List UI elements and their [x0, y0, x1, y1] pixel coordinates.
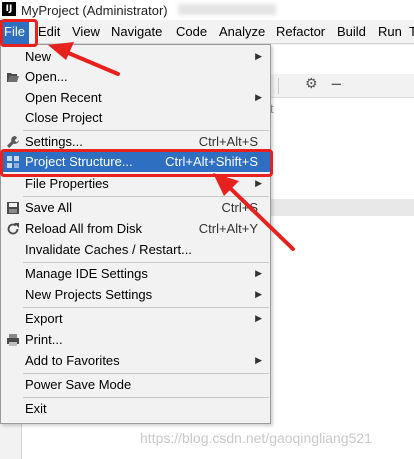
menu-item-file-properties[interactable]: File Properties ▶ — [1, 174, 270, 194]
menu-item-power-save-mode[interactable]: Power Save Mode — [1, 375, 270, 395]
menu-refactor[interactable]: Refactor — [276, 20, 325, 44]
submenu-arrow-icon: ▶ — [255, 52, 262, 62]
menu-item-invalidate-caches[interactable]: Invalidate Caches / Restart... — [1, 240, 270, 260]
menu-divider — [23, 196, 269, 197]
menu-divider — [23, 373, 269, 374]
reload-icon — [6, 222, 20, 236]
submenu-arrow-icon: ▶ — [255, 356, 262, 366]
title-bar: IJ MyProject (Administrator) — [0, 0, 414, 20]
submenu-arrow-icon: ▶ — [255, 93, 262, 103]
submenu-arrow-icon: ▶ — [255, 179, 262, 189]
window-title: MyProject (Administrator) — [21, 3, 168, 18]
toolbar-separator — [278, 78, 279, 94]
menu-item-project-structure[interactable]: Project Structure... Ctrl+Alt+Shift+S — [1, 152, 270, 172]
submenu-arrow-icon: ▶ — [255, 269, 262, 279]
menu-item-print[interactable]: Print... — [1, 330, 270, 350]
menu-bar: File Edit View Navigate Code Analyze Ref… — [0, 20, 414, 44]
minimize-icon[interactable]: − — [330, 75, 343, 93]
blurred-path-text — [178, 4, 276, 15]
menu-build[interactable]: Build — [337, 20, 366, 44]
watermark: https://blog.csdn.net/gaoqingliang521 — [140, 430, 372, 446]
submenu-arrow-icon: ▶ — [255, 290, 262, 300]
panel-row-band — [270, 199, 414, 216]
menu-divider — [23, 262, 269, 263]
intellij-app-icon: IJ — [2, 2, 16, 16]
menu-analyze[interactable]: Analyze — [219, 20, 265, 44]
menu-item-save-all[interactable]: Save All Ctrl+S — [1, 198, 270, 218]
save-icon — [6, 201, 20, 215]
menu-divider — [23, 397, 269, 398]
menu-code[interactable]: Code — [176, 20, 207, 44]
menu-item-settings[interactable]: Settings... Ctrl+Alt+S — [1, 132, 270, 152]
submenu-arrow-icon: ▶ — [255, 314, 262, 324]
menu-run[interactable]: Run — [378, 20, 402, 44]
menu-file[interactable]: File — [0, 20, 29, 44]
gear-icon[interactable]: ⚙ — [305, 76, 318, 92]
menu-navigate[interactable]: Navigate — [111, 20, 162, 44]
menu-edit[interactable]: Edit — [38, 20, 60, 44]
menu-item-manage-ide-settings[interactable]: Manage IDE Settings ▶ — [1, 264, 270, 284]
menu-view[interactable]: View — [72, 20, 100, 44]
menu-item-new-projects-settings[interactable]: New Projects Settings ▶ — [1, 285, 270, 305]
print-icon — [6, 333, 20, 347]
folder-open-icon — [6, 70, 20, 84]
menu-item-open-recent[interactable]: Open Recent ▶ — [1, 88, 270, 108]
menu-divider — [23, 307, 269, 308]
menu-tools-truncated[interactable]: T — [409, 20, 414, 44]
menu-item-exit[interactable]: Exit — [1, 399, 270, 419]
menu-item-open[interactable]: Open... — [1, 67, 270, 87]
project-structure-icon — [6, 155, 20, 169]
menu-item-export[interactable]: Export ▶ — [1, 309, 270, 329]
file-menu-dropdown: New ▶ Open... Open Recent ▶ Close Projec… — [0, 44, 271, 424]
project-panel-toolbar: ⚙ − — [270, 74, 414, 98]
menu-item-add-to-favorites[interactable]: Add to Favorites ▶ — [1, 351, 270, 371]
menu-divider — [23, 130, 269, 131]
menu-item-close-project[interactable]: Close Project — [1, 108, 270, 128]
menu-item-reload-all[interactable]: Reload All from Disk Ctrl+Alt+Y — [1, 219, 270, 239]
menu-item-new[interactable]: New ▶ — [1, 47, 270, 67]
wrench-icon — [6, 135, 20, 149]
